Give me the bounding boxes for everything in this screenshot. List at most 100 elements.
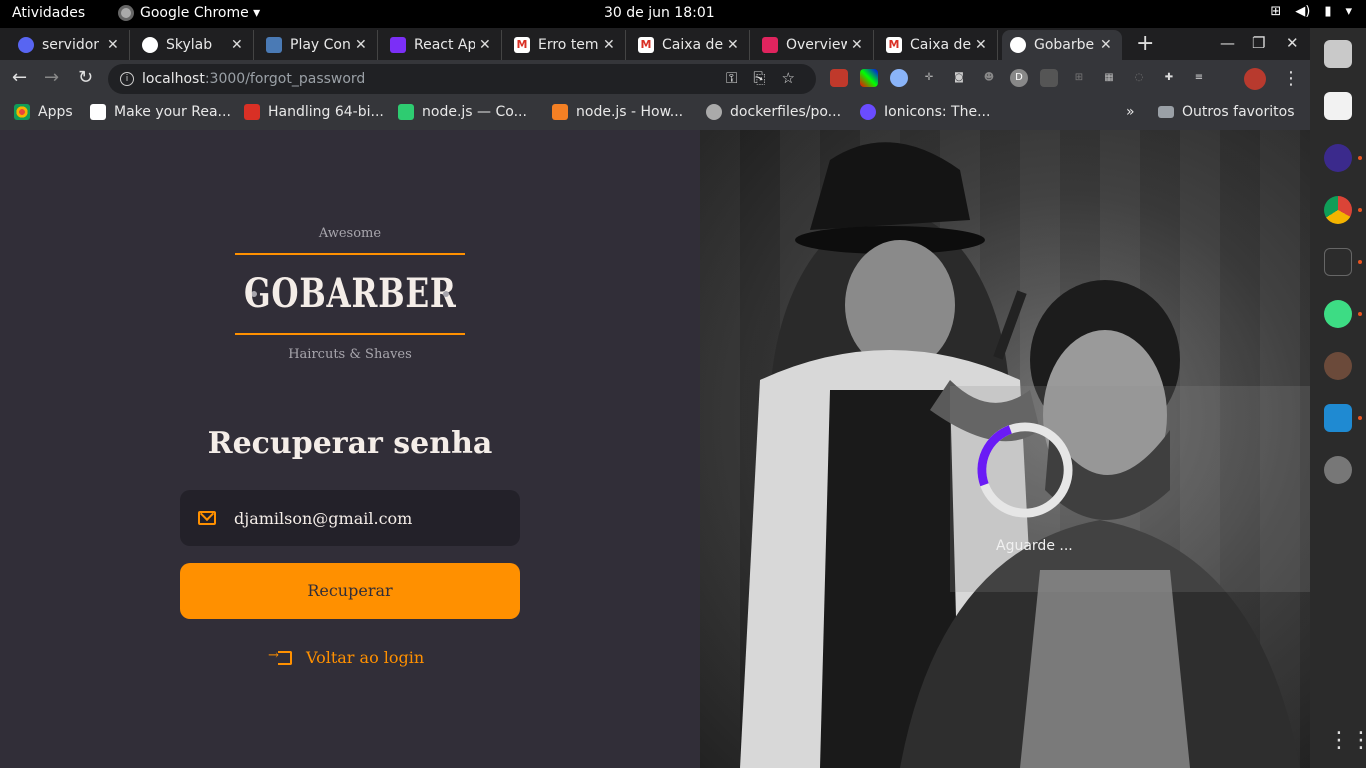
bookmark-item[interactable]: Make your Rea... <box>90 104 231 120</box>
close-icon[interactable]: ✕ <box>727 37 741 53</box>
bookmark-item[interactable]: Handling 64-bi... <box>244 104 384 120</box>
chrome-icon[interactable] <box>1324 196 1352 224</box>
system-tray[interactable]: ⊞ ◀) ▮ ▾ <box>1270 4 1352 19</box>
grid-icon[interactable]: ▦ <box>1100 69 1118 87</box>
globe-icon <box>142 37 158 53</box>
close-icon[interactable]: ✕ <box>1100 37 1114 53</box>
loading-spinner <box>977 422 1073 518</box>
bookmarks-overflow[interactable]: » <box>1126 104 1135 120</box>
puzzle-icon[interactable]: ✚ <box>1160 69 1178 87</box>
tab-title: Gobarbe <box>1034 37 1095 53</box>
extension-icon[interactable]: D <box>1010 69 1028 87</box>
bookmark-label: Ionicons: The... <box>884 104 991 120</box>
running-indicator <box>1358 416 1362 420</box>
tab[interactable]: M Caixa de ✕ <box>630 30 750 60</box>
tab-title: React Ap <box>414 37 475 53</box>
media-icon[interactable]: ≡ <box>1190 69 1208 87</box>
email-input[interactable] <box>234 508 494 528</box>
extension-icon[interactable] <box>1040 69 1058 87</box>
tab[interactable]: Overview ✕ <box>754 30 874 60</box>
running-indicator <box>1358 312 1362 316</box>
show-applications-icon[interactable]: ⋮⋮⋮ <box>1328 728 1366 753</box>
apps-grid-icon <box>14 104 30 120</box>
tab[interactable]: React Ap ✕ <box>382 30 502 60</box>
globe-icon <box>1010 37 1026 53</box>
tab-title: Caixa de <box>910 37 971 53</box>
close-icon[interactable]: ✕ <box>355 37 369 53</box>
gmail-icon: M <box>638 37 654 53</box>
tab[interactable]: Skylab ✕ <box>134 30 254 60</box>
omnibox-actions: ⚿ ⎘ ☆ <box>726 69 795 87</box>
email-field[interactable] <box>180 490 520 546</box>
web-page: Awesome GOBARBER Haircuts & Shaves Recup… <box>0 130 1310 768</box>
recover-button[interactable]: Recuperar <box>180 563 520 619</box>
bookmark-label: dockerfiles/po... <box>730 104 842 120</box>
page-icon <box>90 104 106 120</box>
translate-icon[interactable]: ⎘ <box>753 69 765 87</box>
bookmark-item[interactable]: Ionicons: The... <box>860 104 990 120</box>
app-icon[interactable] <box>1324 144 1352 172</box>
tab-title: Play Con <box>290 37 351 53</box>
app-icon[interactable] <box>1324 352 1352 380</box>
tab[interactable]: servidor ✕ <box>10 30 130 60</box>
forward-arrow-icon[interactable]: → <box>44 67 59 88</box>
address-bar[interactable]: i localhost:3000/forgot_password <box>108 64 816 94</box>
app-menu[interactable]: Google Chrome ▾ <box>118 5 260 21</box>
star-icon[interactable]: ☆ <box>781 69 794 87</box>
extension-icon[interactable]: ☻ <box>980 69 998 87</box>
grid-icon[interactable]: ⊞ <box>1070 69 1088 87</box>
terminal-icon[interactable] <box>1324 248 1352 276</box>
android-studio-icon[interactable] <box>1324 300 1352 328</box>
minimize-button[interactable]: — <box>1220 34 1235 52</box>
github-icon <box>706 104 722 120</box>
crosshair-icon[interactable]: ✛ <box>920 69 938 87</box>
reload-icon[interactable]: ↻ <box>78 67 93 88</box>
close-icon[interactable]: ✕ <box>231 37 245 53</box>
close-window-button[interactable]: ✕ <box>1286 34 1299 52</box>
disc-icon[interactable] <box>1324 456 1352 484</box>
logo-brand: GOBARBER <box>243 270 457 317</box>
extension-icon[interactable]: ◌ <box>1130 69 1148 87</box>
files-icon[interactable] <box>1324 40 1352 68</box>
profile-avatar[interactable] <box>1244 68 1266 90</box>
logo-tagline-bottom: Haircuts & Shaves <box>288 347 412 362</box>
activities-button[interactable]: Atividades <box>12 5 85 21</box>
tab-favicon-icon <box>266 37 282 53</box>
key-icon[interactable]: ⚿ <box>726 69 737 87</box>
tab[interactable]: M Caixa de ✕ <box>878 30 998 60</box>
maximize-button[interactable]: ❐ <box>1252 34 1265 52</box>
running-indicator <box>1358 208 1362 212</box>
extension-icon[interactable] <box>890 69 908 87</box>
vscode-icon[interactable] <box>1324 404 1352 432</box>
bookmark-label: Outros favoritos <box>1182 104 1295 120</box>
back-to-login-label: Voltar ao login <box>306 648 425 667</box>
new-tab-button[interactable]: + <box>1136 31 1154 56</box>
text-editor-icon[interactable] <box>1324 92 1352 120</box>
back-arrow-icon[interactable]: ← <box>12 67 27 88</box>
more-menu-icon[interactable]: ⋮ <box>1282 68 1300 89</box>
color-picker-icon[interactable] <box>860 69 878 87</box>
clock[interactable]: 30 de jun 18:01 <box>604 5 715 21</box>
close-icon[interactable]: ✕ <box>975 37 989 53</box>
info-icon[interactable]: i <box>120 72 134 86</box>
close-icon[interactable]: ✕ <box>107 37 121 53</box>
camera-icon[interactable]: ◙ <box>950 69 968 87</box>
tab[interactable]: Play Con ✕ <box>258 30 378 60</box>
extension-icon[interactable] <box>830 69 848 87</box>
bookmark-apps[interactable]: Apps <box>14 104 73 120</box>
bookmark-item[interactable]: node.js — Co... <box>398 104 527 120</box>
back-to-login-link[interactable]: Voltar ao login <box>268 648 425 668</box>
chrome-icon <box>118 5 134 21</box>
close-icon[interactable]: ✕ <box>851 37 865 53</box>
mail-icon <box>198 511 216 525</box>
gmail-icon: M <box>886 37 902 53</box>
tab-active[interactable]: Gobarbe ✕ <box>1002 30 1122 60</box>
bookmark-item[interactable]: node.js - How... <box>552 104 683 120</box>
tab[interactable]: M Erro tem ✕ <box>506 30 626 60</box>
close-icon[interactable]: ✕ <box>603 37 617 53</box>
other-bookmarks[interactable]: Outros favoritos <box>1158 104 1295 120</box>
bookmark-item[interactable]: dockerfiles/po... <box>706 104 841 120</box>
close-icon[interactable]: ✕ <box>479 37 493 53</box>
url-path: :3000/forgot_password <box>204 71 366 87</box>
page-icon <box>398 104 414 120</box>
